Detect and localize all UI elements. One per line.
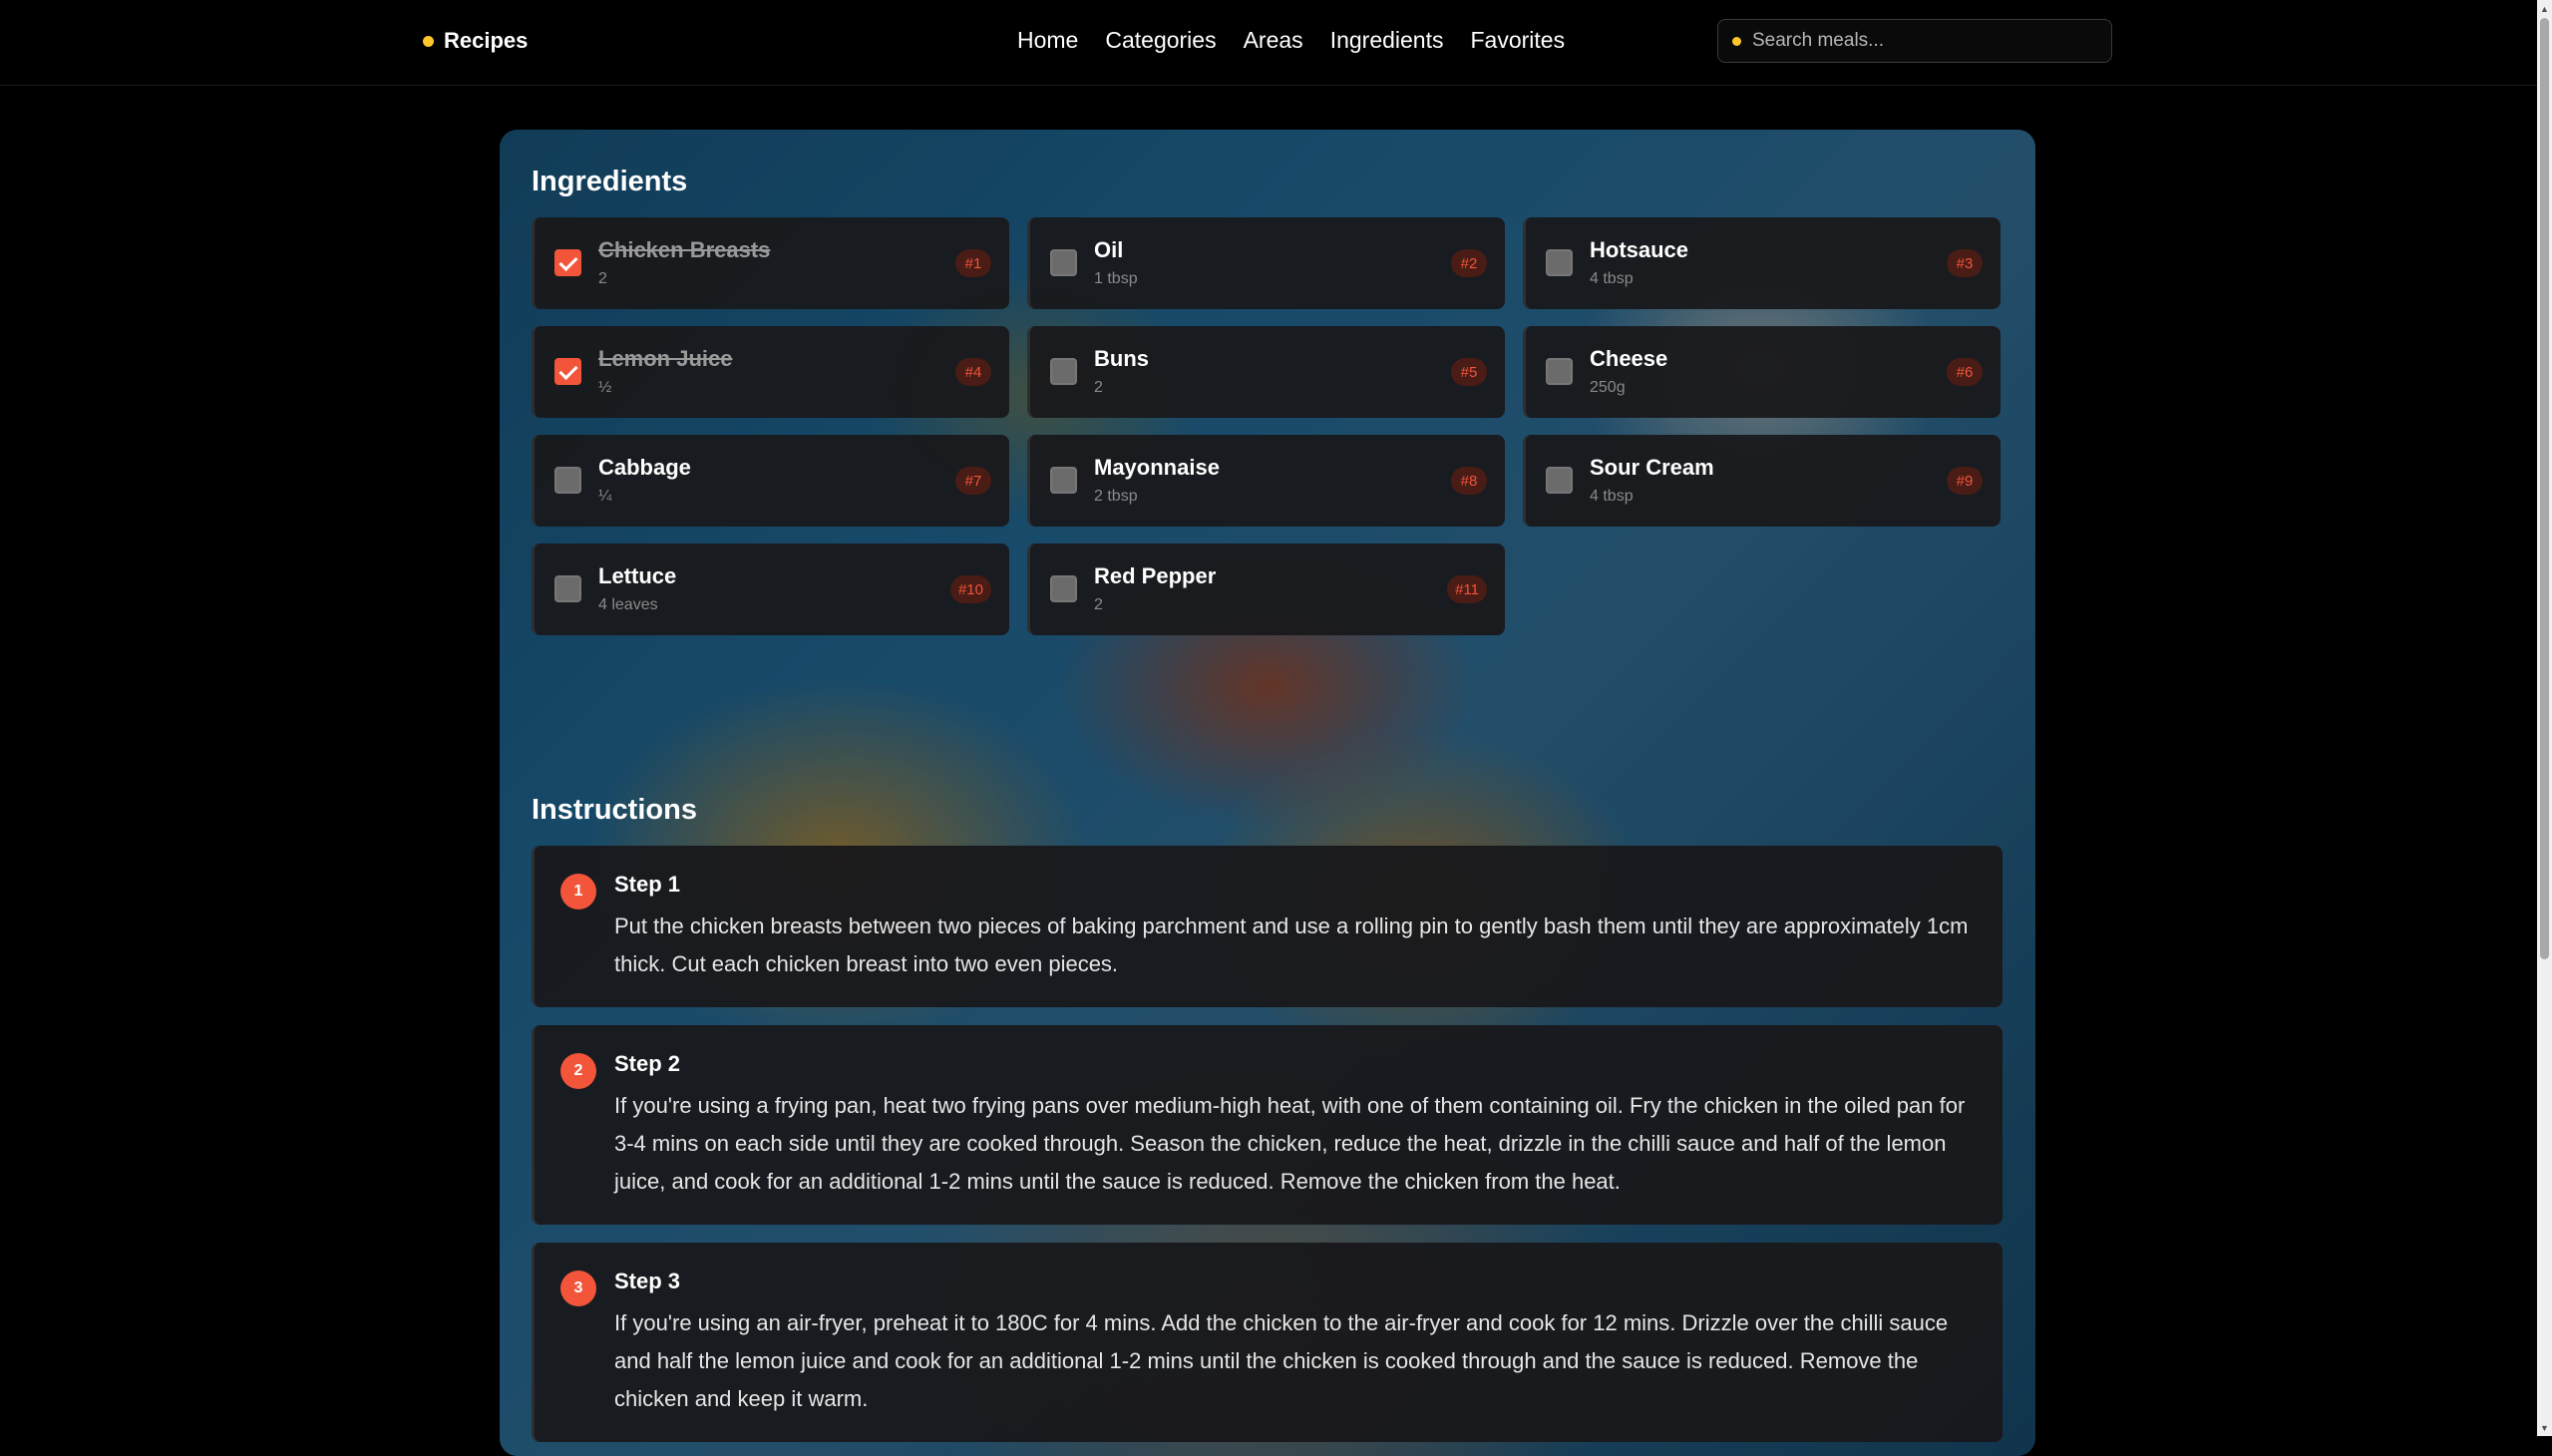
- ingredient-card[interactable]: Oil 1 tbsp #2: [1027, 217, 1505, 309]
- ingredient-card[interactable]: Buns 2 #5: [1027, 326, 1505, 418]
- ingredient-name: Cabbage: [598, 455, 691, 480]
- step-number-badge: 2: [560, 1053, 596, 1089]
- step-text: Put the chicken breasts between two piec…: [614, 913, 1969, 976]
- ingredient-card[interactable]: Lettuce 4 leaves #10: [532, 544, 1009, 635]
- brand-logo[interactable]: Recipes: [423, 28, 528, 54]
- ingredient-name: Lettuce: [598, 563, 677, 588]
- ingredient-checkbox[interactable]: [554, 358, 581, 385]
- ingredient-measure: 1 tbsp: [1094, 270, 1138, 287]
- step-text: If you're using an air-fryer, preheat it…: [614, 1310, 1949, 1411]
- ingredient-card[interactable]: Mayonnaise 2 tbsp #8: [1027, 435, 1505, 527]
- ingredient-name: Lemon Juice: [598, 346, 733, 371]
- ingredient-measure: 4 tbsp: [1590, 488, 1634, 505]
- instruction-step: 3 Step 3 If you're using an air-fryer, p…: [532, 1243, 2003, 1442]
- ingredient-number-badge: #7: [955, 467, 991, 495]
- ingredient-card[interactable]: Cabbage ¼ #7: [532, 435, 1009, 527]
- ingredient-name: Chicken Breasts: [598, 237, 771, 262]
- ingredient-card[interactable]: Cheese 250g #6: [1523, 326, 2001, 418]
- step-number-badge: 3: [560, 1271, 596, 1306]
- ingredient-name: Oil: [1094, 237, 1124, 262]
- ingredient-checkbox[interactable]: [1546, 467, 1573, 494]
- ingredient-measure: 250g: [1590, 379, 1626, 396]
- ingredient-measure: 4 tbsp: [1590, 270, 1634, 287]
- search-box: [1717, 19, 2112, 63]
- page-scrollbar[interactable]: ▲ ▼: [2537, 0, 2552, 1436]
- ingredient-checkbox[interactable]: [554, 575, 581, 602]
- ingredients-grid: Chicken Breasts 2 #1 Oil 1 tbsp #2 Hotsa…: [532, 217, 2001, 635]
- ingredient-number-badge: #10: [949, 575, 991, 603]
- ingredient-checkbox[interactable]: [1050, 249, 1077, 276]
- ingredient-name: Sour Cream: [1590, 455, 1714, 480]
- ingredient-number-badge: #9: [1947, 467, 1983, 495]
- ingredient-number-badge: #1: [955, 249, 991, 277]
- ingredient-checkbox[interactable]: [1050, 467, 1077, 494]
- top-navbar: Recipes Home Categories Areas Ingredient…: [0, 0, 2537, 86]
- step-title: Step 1: [614, 872, 681, 897]
- step-title: Step 2: [614, 1051, 681, 1076]
- ingredient-card[interactable]: Lemon Juice ½ #4: [532, 326, 1009, 418]
- instruction-step: 2 Step 2 If you're using a frying pan, h…: [532, 1025, 2003, 1225]
- scroll-down-arrow-icon[interactable]: ▼: [2537, 1419, 2552, 1436]
- ingredients-heading: Ingredients: [532, 166, 688, 197]
- ingredient-card[interactable]: Sour Cream 4 tbsp #9: [1523, 435, 2001, 527]
- step-number-badge: 1: [560, 874, 596, 910]
- ingredient-number-badge: #4: [955, 358, 991, 386]
- ingredient-checkbox[interactable]: [1546, 358, 1573, 385]
- instruction-step: 1 Step 1 Put the chicken breasts between…: [532, 846, 2003, 1007]
- ingredient-checkbox[interactable]: [1050, 358, 1077, 385]
- ingredient-name: Hotsauce: [1590, 237, 1689, 262]
- ingredient-measure: ½: [598, 379, 612, 396]
- instructions-list: 1 Step 1 Put the chicken breasts between…: [532, 846, 2003, 1456]
- ingredient-number-badge: #8: [1451, 467, 1487, 495]
- ingredient-name: Cheese: [1590, 346, 1668, 371]
- nav-favorites[interactable]: Favorites: [1471, 27, 1566, 54]
- ingredient-number-badge: #5: [1451, 358, 1487, 386]
- ingredient-measure: ¼: [598, 488, 612, 505]
- ingredient-checkbox[interactable]: [1050, 575, 1077, 602]
- ingredient-checkbox[interactable]: [554, 467, 581, 494]
- nav-ingredients[interactable]: Ingredients: [1330, 27, 1444, 54]
- search-icon: [1732, 36, 1741, 46]
- scroll-up-arrow-icon[interactable]: ▲: [2537, 0, 2552, 17]
- search-input[interactable]: [1750, 29, 2089, 53]
- ingredient-card[interactable]: Hotsauce 4 tbsp #3: [1523, 217, 2001, 309]
- instructions-heading: Instructions: [532, 794, 697, 826]
- ingredient-measure: 2: [1094, 596, 1103, 613]
- ingredient-card[interactable]: Red Pepper 2 #11: [1027, 544, 1505, 635]
- ingredient-number-badge: #3: [1947, 249, 1983, 277]
- ingredient-measure: 2 tbsp: [1094, 488, 1138, 505]
- brand-name: Recipes: [444, 28, 529, 53]
- recipe-panel: Ingredients Chicken Breasts 2 #1 Oil 1 t…: [500, 130, 2035, 1456]
- ingredient-checkbox[interactable]: [554, 249, 581, 276]
- ingredient-number-badge: #11: [1447, 575, 1487, 603]
- ingredient-checkbox[interactable]: [1546, 249, 1573, 276]
- step-text: If you're using a frying pan, heat two f…: [614, 1093, 1966, 1194]
- nav-areas[interactable]: Areas: [1244, 27, 1303, 54]
- ingredient-card[interactable]: Chicken Breasts 2 #1: [532, 217, 1009, 309]
- ingredient-measure: 4 leaves: [598, 596, 658, 613]
- brand-dot-icon: [423, 35, 434, 47]
- ingredient-name: Red Pepper: [1094, 563, 1217, 588]
- ingredient-measure: 2: [598, 270, 607, 287]
- nav-home[interactable]: Home: [1017, 27, 1078, 54]
- ingredient-name: Mayonnaise: [1094, 455, 1220, 480]
- scrollbar-thumb[interactable]: [2540, 18, 2549, 959]
- ingredient-number-badge: #2: [1451, 249, 1487, 277]
- ingredient-measure: 2: [1094, 379, 1103, 396]
- main-nav: Home Categories Areas Ingredients Favori…: [1017, 27, 1565, 54]
- ingredient-name: Buns: [1094, 346, 1149, 371]
- nav-categories[interactable]: Categories: [1105, 27, 1216, 54]
- ingredient-number-badge: #6: [1947, 358, 1983, 386]
- step-title: Step 3: [614, 1269, 681, 1293]
